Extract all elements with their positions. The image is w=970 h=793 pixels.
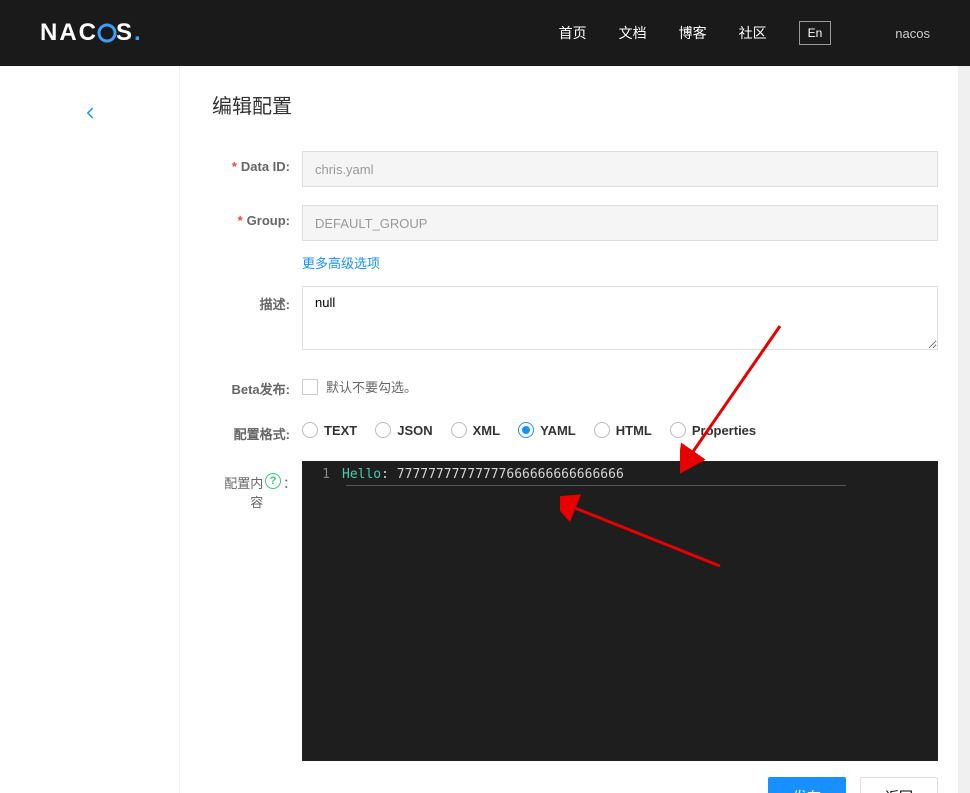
radio-properties[interactable]: Properties [670,422,756,438]
radio-yaml[interactable]: YAML [518,422,576,438]
form-row-format: 配置格式: TEXT JSON XML YAML HTML Properties [212,416,938,443]
label-dataid: *Data ID: [212,151,302,174]
main-content: 编辑配置 *Data ID: *Group: 更多高级选项 描述: null [180,66,970,793]
back-arrow-button[interactable] [0,96,179,130]
help-icon[interactable]: ? [265,473,281,489]
main-nav: 首页 文档 博客 社区 En nacos [559,21,930,45]
label-description: 描述: [212,286,302,313]
nav-blog[interactable]: 博客 [679,23,707,43]
checkbox-beta[interactable] [302,379,318,395]
logo-text: NACS. [40,19,143,47]
chevron-left-icon [81,104,99,122]
line-number: 1 [302,467,342,482]
label-beta: Beta发布: [212,371,302,398]
nav-home[interactable]: 首页 [559,23,587,43]
nav-docs[interactable]: 文档 [619,23,647,43]
form-row-beta: Beta发布: 默认不要勾选。 [212,371,938,398]
radio-json[interactable]: JSON [375,422,432,438]
input-description[interactable]: null [302,286,938,350]
advanced-options-link[interactable]: 更多高级选项 [302,253,380,272]
code-editor[interactable]: 1 Hello: 77777777777777666666666666666 [302,461,938,761]
logo: NACS. [40,19,143,47]
radio-html[interactable]: HTML [594,422,652,438]
app-header: NACS. 首页 文档 博客 社区 En nacos [0,0,970,66]
nav-community[interactable]: 社区 [739,23,767,43]
beta-hint: 默认不要勾选。 [326,377,417,396]
input-group[interactable] [302,205,938,241]
label-content: 配置内容 ? ： [212,461,302,761]
publish-button[interactable]: 发布 [768,777,846,793]
label-format: 配置格式: [212,416,302,443]
back-button[interactable]: 返回 [860,777,938,793]
editor-row: 配置内容 ? ： 1 Hello: 7777777777777766666666… [212,461,938,761]
radio-group-format: TEXT JSON XML YAML HTML Properties [302,416,938,438]
page-title: 编辑配置 [212,90,938,119]
form-row-group: *Group: [212,205,938,241]
body-container: 编辑配置 *Data ID: *Group: 更多高级选项 描述: null [0,66,970,793]
footer-buttons: 发布 返回 [212,777,938,793]
editor-line-1: Hello: 77777777777777666666666666666 [342,467,624,482]
radio-xml[interactable]: XML [451,422,500,438]
form-row-description: 描述: null [212,286,938,353]
radio-text[interactable]: TEXT [302,422,357,438]
advanced-options-row: 更多高级选项 [212,249,938,272]
input-dataid[interactable] [302,151,938,187]
label-group: *Group: [212,205,302,228]
form-row-dataid: *Data ID: [212,151,938,187]
sidebar [0,66,180,793]
language-toggle[interactable]: En [799,21,832,45]
user-name[interactable]: nacos [895,26,930,41]
scrollbar[interactable] [958,66,970,793]
